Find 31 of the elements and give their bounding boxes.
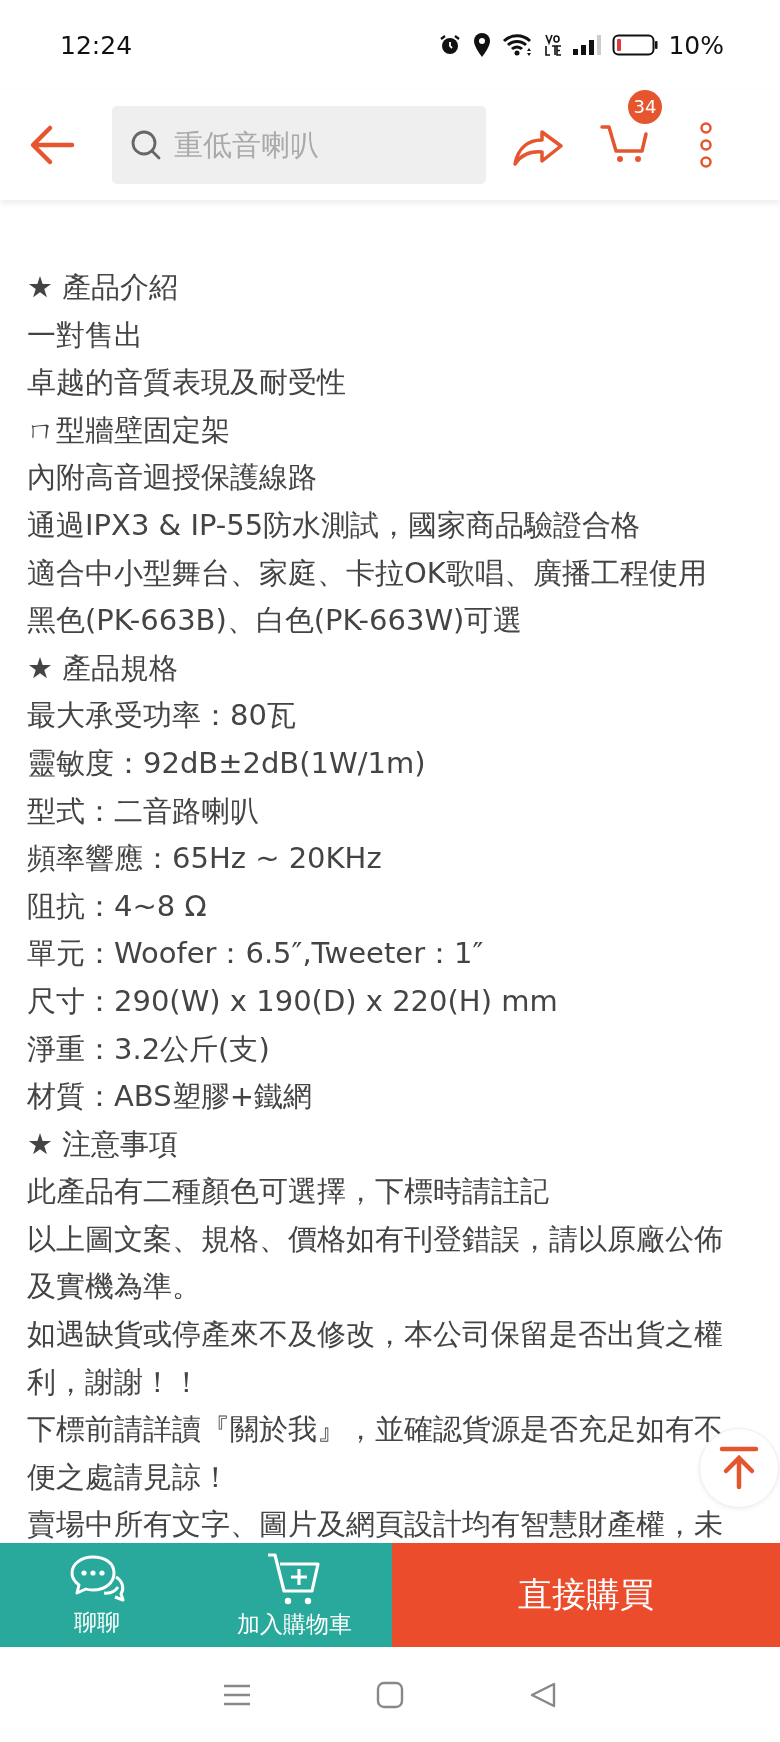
description-text: 阻抗：4~8 Ω bbox=[27, 887, 208, 925]
description-text: 型式：二音路喇叭 bbox=[27, 792, 260, 830]
cart-count-badge: 34 bbox=[628, 89, 662, 124]
description-text: 賣場中所有文字、圖片及網頁設計均有智慧財產權，未 bbox=[27, 1506, 724, 1543]
description-text: 內附高音迴授保護線路 bbox=[27, 459, 318, 497]
search-field[interactable]: 重低音喇叭 bbox=[112, 106, 486, 184]
battery-percentage: 10% bbox=[668, 30, 724, 60]
add-to-cart-button[interactable]: 加入購物車 bbox=[196, 1543, 392, 1647]
chat-button[interactable]: 聊聊 bbox=[0, 1543, 194, 1647]
description-text: 此產品有二種顏色可選擇，下標時請註記 bbox=[27, 1173, 550, 1211]
description-text: 單元：Woofer：6.5″,Tweeter：1″ bbox=[27, 935, 485, 973]
description-text: ★ 注意事項 bbox=[27, 1125, 180, 1163]
description-text: 以上圖文案、規格、價格如有刊登錯誤，請以原廠公佈及實機為準。 bbox=[27, 1220, 724, 1306]
description-text: 如遇缺貨或停產來不及修改，本公司保留是否出貨之權利，謝謝！！ bbox=[27, 1316, 724, 1401]
buy-now-button[interactable]: 直接購買 bbox=[392, 1543, 780, 1647]
description-text: 通過IPX3 & IP-55防水測試，國家商品驗證合格 bbox=[27, 506, 642, 544]
description-text: 卓越的音質表現及耐受性 bbox=[27, 364, 347, 402]
description-text: 頻率響應：65Hz ~ 20KHz bbox=[27, 840, 383, 878]
description-text: 材質：ABS塑膠+鐵網 bbox=[27, 1078, 313, 1116]
description-text: 淨重：3.2公斤(支) bbox=[27, 1030, 271, 1068]
description-text: 下標前請詳讀『關於我』，並確認貨源是否充足如有不便之處請見諒！ bbox=[27, 1411, 724, 1496]
clock-time: 12:24 bbox=[60, 30, 133, 60]
description-text: 尺寸：290(W) x 190(D) x 220(H) mm bbox=[27, 982, 559, 1020]
description-text: ★ 產品規格 bbox=[27, 649, 180, 687]
description-text: ★ 產品介紹 bbox=[27, 269, 180, 306]
description-text: 黑色(PK-663B)、白色(PK-663W)可選 bbox=[27, 602, 524, 640]
description-text: 靈敏度：92dB±2dB(1W/1m) bbox=[27, 744, 427, 782]
description-text: 適合中小型舞台、家庭、卡拉OK歌唱、廣播工程使用 bbox=[27, 554, 708, 592]
description-text: ㄇ型牆壁固定架 bbox=[27, 411, 231, 449]
description-text: 最大承受功率：80瓦 bbox=[27, 697, 297, 735]
description-text: 一對售出 bbox=[27, 316, 144, 354]
